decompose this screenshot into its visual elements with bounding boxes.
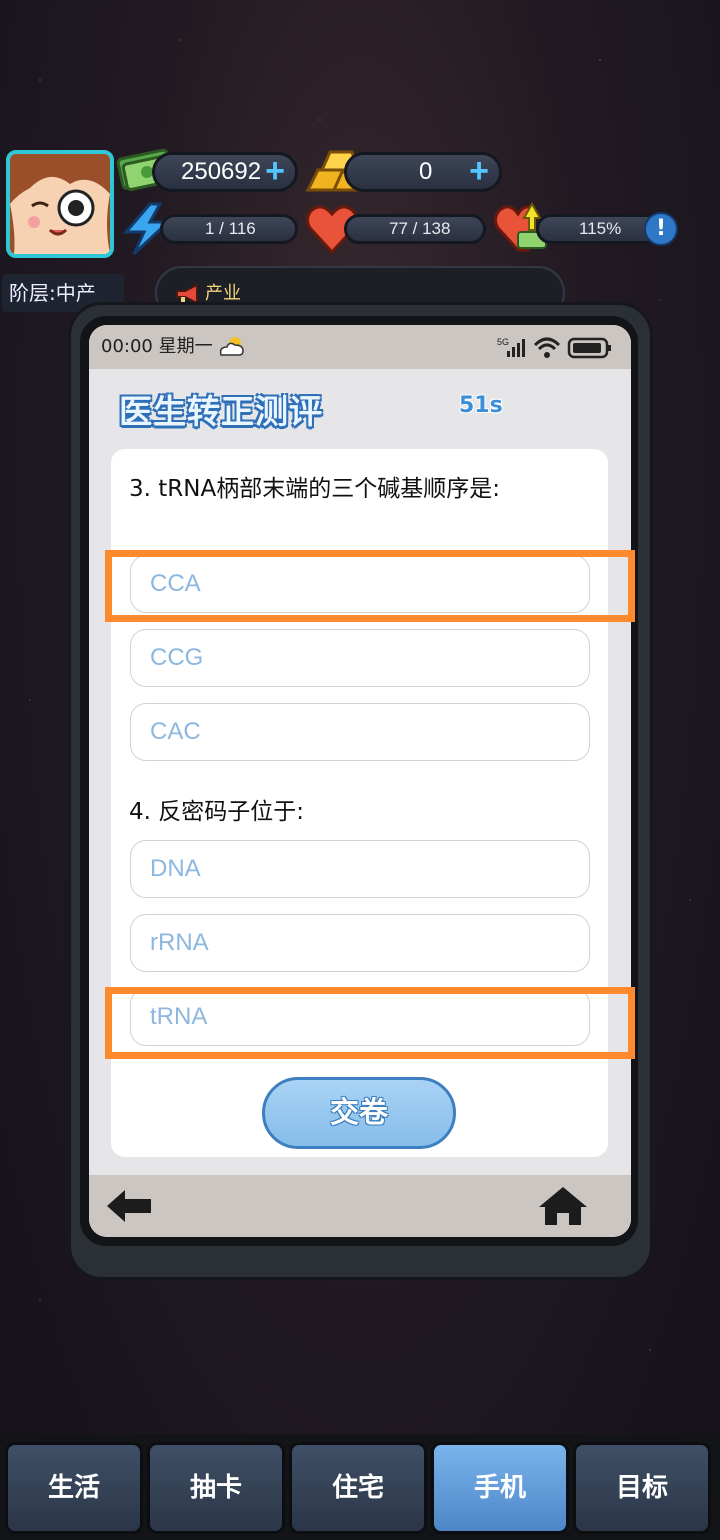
gold-value: 0 <box>419 158 433 185</box>
avatar-face-icon <box>10 154 110 254</box>
tab-goals[interactable]: 目标 <box>573 1442 711 1534</box>
tab-housing[interactable]: 住宅 <box>289 1442 427 1534</box>
question-3-option-ccg[interactable]: CCG <box>130 629 590 687</box>
money-value: 250692 <box>181 158 262 185</box>
info-icon[interactable]: ! <box>644 212 678 246</box>
happiness-value: 115% <box>579 219 622 238</box>
question-4-option-dna[interactable]: DNA <box>130 840 590 898</box>
gold-counter: 0 + <box>344 152 502 192</box>
partly-cloudy-icon <box>219 337 244 356</box>
highlight-answer-q4 <box>105 987 635 1059</box>
add-gold-button[interactable]: + <box>465 154 493 188</box>
energy-counter: 1 / 116 <box>160 214 298 244</box>
quiz-timer: 51s <box>459 393 503 418</box>
player-avatar[interactable] <box>6 150 114 258</box>
health-value: 77 / 138 <box>389 219 451 238</box>
news-text: 产业 <box>205 283 241 304</box>
bottom-tab-bar: 生活 抽卡 住宅 手机 目标 <box>0 1434 720 1540</box>
money-counter: 250692 + <box>152 152 298 192</box>
question-4-option-rrna[interactable]: rRNA <box>130 914 590 972</box>
phone-nav-bar <box>89 1175 631 1237</box>
signal-wifi-battery-icon: 5G <box>497 337 611 359</box>
add-money-button[interactable]: + <box>261 154 289 188</box>
energy-value: 1 / 116 <box>205 219 256 238</box>
phone-status-bar: 00:00 星期一 5G <box>89 325 631 369</box>
health-counter: 77 / 138 <box>344 214 486 244</box>
home-icon[interactable] <box>537 1185 589 1227</box>
quiz-title: 医生转正测评 <box>119 392 323 431</box>
status-time: 00:00 星期一 <box>101 336 213 357</box>
tab-phone[interactable]: 手机 <box>431 1442 569 1534</box>
question-3-text: 3. tRNA柄部末端的三个碱基顺序是: <box>129 476 500 502</box>
submit-exam-button[interactable]: 交卷 <box>262 1077 456 1149</box>
back-arrow-icon[interactable] <box>105 1187 153 1225</box>
question-3-option-cac[interactable]: CAC <box>130 703 590 761</box>
question-4-text: 4. 反密码子位于: <box>129 799 305 825</box>
network-type: 5G <box>497 337 509 347</box>
tab-life[interactable]: 生活 <box>5 1442 143 1534</box>
highlight-answer-q3 <box>105 550 635 622</box>
tab-gacha[interactable]: 抽卡 <box>147 1442 285 1534</box>
phone-screen: 00:00 星期一 5G 医生转正测评 51s 3. tRNA柄部末端的三个碱基… <box>89 325 631 1237</box>
